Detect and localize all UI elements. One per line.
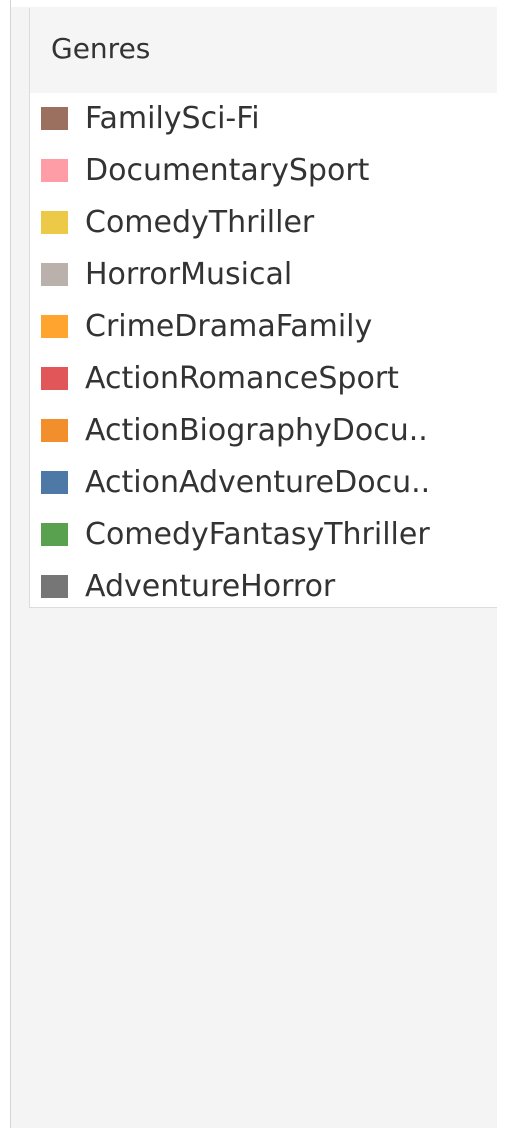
legend-title: Genres <box>51 32 151 65</box>
legend-item-label: FamilySci-Fi <box>85 101 260 136</box>
legend-item[interactable]: DocumentarySport <box>30 145 497 197</box>
legend-item-label: ActionRomanceSport <box>85 361 399 396</box>
legend-item[interactable]: ActionRomanceSport <box>30 353 497 405</box>
legend-item[interactable]: ActionAdventureDocu.. <box>30 457 497 509</box>
color-swatch <box>41 159 68 182</box>
legend-item[interactable]: CrimeDramaFamily <box>30 301 497 353</box>
color-swatch <box>41 419 68 442</box>
legend-item-label: ComedyThriller <box>85 205 315 240</box>
color-swatch <box>41 211 68 234</box>
color-swatch <box>41 315 68 338</box>
legend-item-label: ComedyFantasyThriller <box>85 517 430 552</box>
color-swatch <box>41 575 68 598</box>
color-swatch <box>41 523 68 546</box>
color-swatch <box>41 107 68 130</box>
genres-legend: Genres FamilySci-Fi DocumentarySport Com… <box>29 8 497 608</box>
legend-item-label: CrimeDramaFamily <box>85 309 373 344</box>
legend-item[interactable]: ComedyFantasyThriller <box>30 509 497 561</box>
legend-item[interactable]: ActionBiographyDocu.. <box>30 405 497 457</box>
legend-item-label: AdventureHorror <box>85 569 336 604</box>
legend-item-label: DocumentarySport <box>85 153 370 188</box>
legend-item-label: HorrorMusical <box>85 257 293 292</box>
legend-item[interactable]: ComedyThriller <box>30 197 497 249</box>
color-swatch <box>41 263 68 286</box>
legend-item[interactable]: FamilySci-Fi <box>30 93 497 145</box>
color-swatch <box>41 471 68 494</box>
legend-item[interactable]: HorrorMusical <box>30 249 497 301</box>
color-swatch <box>41 367 68 390</box>
legend-item-label: ActionAdventureDocu.. <box>85 465 431 500</box>
legend-item[interactable]: AdventureHorror <box>30 561 497 613</box>
legend-item-label: ActionBiographyDocu.. <box>85 413 428 448</box>
legend-header: Genres <box>30 8 497 93</box>
